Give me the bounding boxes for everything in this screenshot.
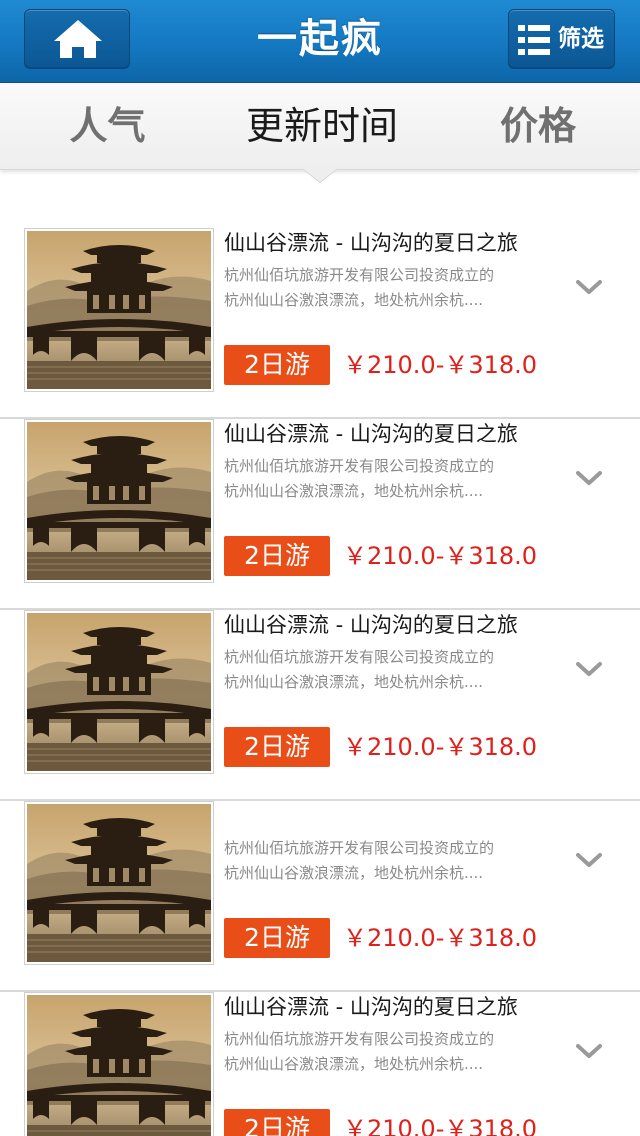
list-item[interactable]: 仙山谷漂流 - 山沟沟的夏日之旅杭州仙佰坑旅游开发有限公司投资成立的 杭州仙山谷激… [0,228,640,419]
sort-tabs: 人气 更新时间 价格 [0,83,640,170]
active-tab-pointer [302,168,338,182]
item-description: 杭州仙佰坑旅游开发有限公司投资成立的 杭州仙山谷激浪漂流，地处杭州余杭.... [224,645,554,695]
duration-badge: 2日游 [224,536,330,576]
item-description-line: 杭州仙佰坑旅游开发有限公司投资成立的 [224,457,495,475]
top-navigation-bar: 一起疯 筛选 [0,0,640,83]
price-range: ￥210.0-￥318.0 [343,351,538,379]
item-description-line: 杭州仙山谷激浪漂流，地处杭州余杭.... [224,673,484,691]
list-item[interactable]: 仙山谷漂流 - 山沟沟的夏日之旅杭州仙佰坑旅游开发有限公司投资成立的 杭州仙山谷激… [0,419,640,610]
page: 一起疯 筛选 人气 更新时间 价格 仙山谷漂流 - 山沟沟的夏日之旅杭州仙佰坑旅… [0,0,640,1136]
list-item[interactable]: 仙山谷漂流 - 山沟沟的夏日之旅杭州仙佰坑旅游开发有限公司投资成立的 杭州仙山谷激… [0,992,640,1136]
home-button[interactable] [24,9,130,69]
item-description-line: 杭州仙山谷激浪漂流，地处杭州余杭.... [224,864,484,882]
trip-thumbnail [24,992,214,1136]
price-range: ￥210.0-￥318.0 [343,924,538,952]
duration-badge: 2日游 [224,1109,330,1136]
list-icon [518,25,550,55]
trip-list[interactable]: 仙山谷漂流 - 山沟沟的夏日之旅 杭州仙佰坑旅游开发有限公司投资成立的 杭州仙山谷激… [0,228,640,1136]
item-description: 杭州仙佰坑旅游开发有限公司投资成立的 杭州仙山谷激浪漂流，地处杭州余杭.... [224,263,554,313]
item-title: 仙山谷漂流 - 山沟沟的夏日之旅 [224,995,518,1019]
duration-badge: 2日游 [224,727,330,767]
trip-thumbnail [24,419,214,583]
item-description: 杭州仙佰坑旅游开发有限公司投资成立的 杭州仙山谷激浪漂流，地处杭州余杭.... [224,1027,554,1077]
list-item[interactable]: 杭州仙佰坑旅游开发有限公司投资成立的 杭州仙山谷激浪漂流，地处杭州余杭.... 2日… [0,801,640,992]
duration-badge: 2日游 [224,918,330,958]
filter-button[interactable]: 筛选 [508,9,615,69]
item-description-line: 杭州仙佰坑旅游开发有限公司投资成立的 [224,1030,495,1048]
trip-thumbnail [24,801,214,965]
item-description-line: 杭州仙佰坑旅游开发有限公司投资成立的 [224,266,495,284]
item-description-line: 杭州仙山谷激浪漂流，地处杭州余杭.... [224,1055,484,1073]
tab-popularity[interactable]: 人气 [40,101,175,151]
chevron-down-icon[interactable] [575,1042,603,1060]
list-item[interactable]: 仙山谷漂流 - 山沟沟的夏日之旅杭州仙佰坑旅游开发有限公司投资成立的 杭州仙山谷激… [0,610,640,801]
item-title: 仙山谷漂流 - 山沟沟的夏日之旅 [224,231,518,255]
item-title: 仙山谷漂流 - 山沟沟的夏日之旅 [224,613,518,637]
home-icon [54,20,102,58]
price-range: ￥210.0-￥318.0 [343,733,538,761]
item-description-line: 杭州仙山谷激浪漂流，地处杭州余杭.... [224,482,484,500]
item-title: 仙山谷漂流 - 山沟沟的夏日之旅 [224,422,518,446]
chevron-down-icon[interactable] [575,278,603,296]
chevron-down-icon[interactable] [575,469,603,487]
chevron-down-icon[interactable] [575,851,603,869]
chevron-down-icon[interactable] [575,660,603,678]
filter-label: 筛选 [558,26,604,52]
item-description-line: 杭州仙佰坑旅游开发有限公司投资成立的 [224,648,495,666]
item-description: 杭州仙佰坑旅游开发有限公司投资成立的 杭州仙山谷激浪漂流，地处杭州余杭.... [224,454,554,504]
tab-price[interactable]: 价格 [468,101,608,151]
item-description-line: 杭州仙佰坑旅游开发有限公司投资成立的 [224,839,495,857]
duration-badge: 2日游 [224,345,330,385]
app-title: 一起疯 [257,16,383,62]
tab-update-time[interactable]: 更新时间 [222,101,422,151]
item-description-line: 杭州仙山谷激浪漂流，地处杭州余杭.... [224,291,484,309]
item-description: 杭州仙佰坑旅游开发有限公司投资成立的 杭州仙山谷激浪漂流，地处杭州余杭.... [224,836,554,886]
trip-thumbnail [24,610,214,774]
price-range: ￥210.0-￥318.0 [343,542,538,570]
price-range: ￥210.0-￥318.0 [343,1115,538,1136]
trip-thumbnail [24,228,214,392]
